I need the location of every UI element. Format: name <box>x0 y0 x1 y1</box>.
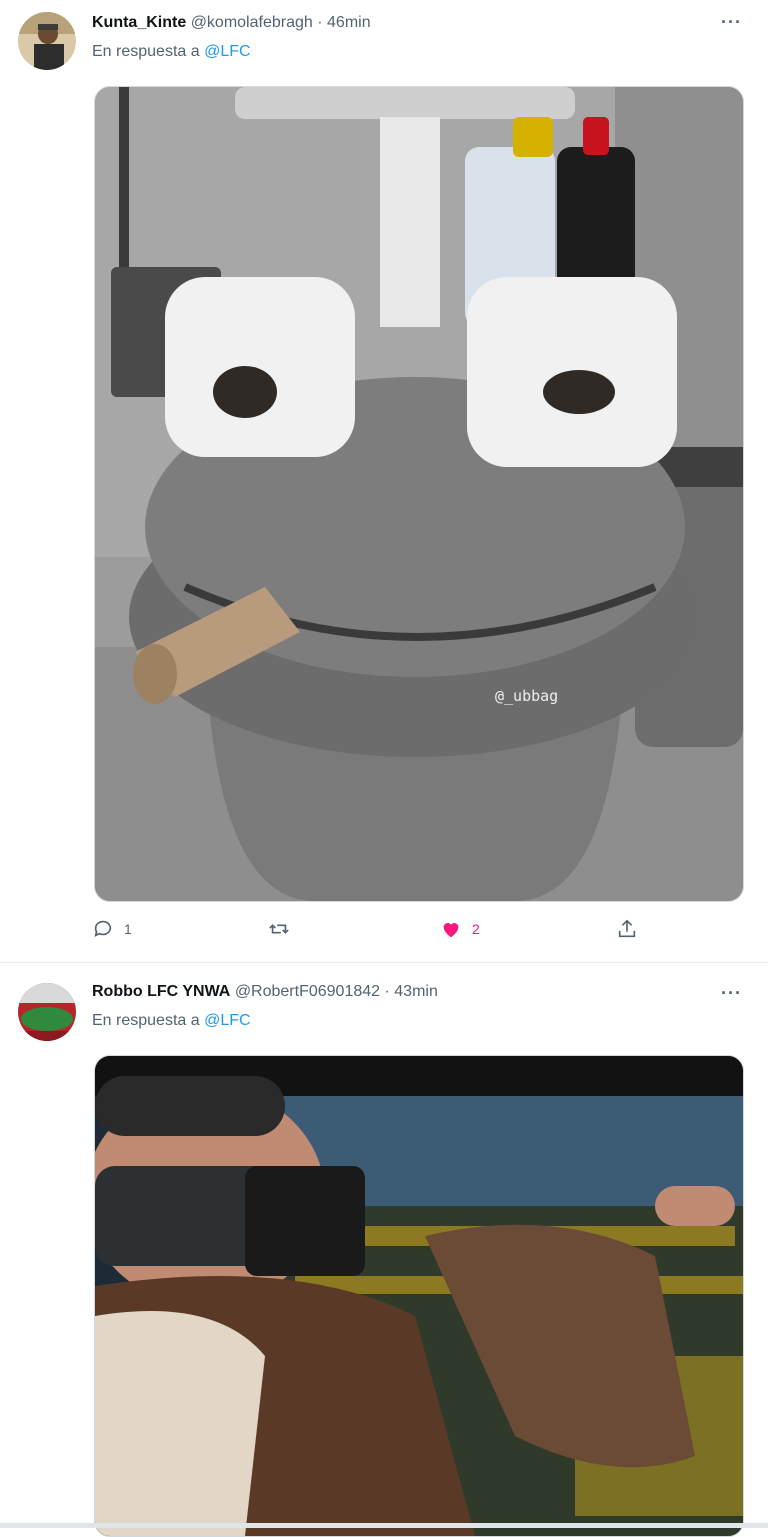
reply-mention[interactable]: @LFC <box>204 1012 250 1029</box>
share-button[interactable] <box>616 918 638 940</box>
tweet-media-video[interactable] <box>94 1055 744 1537</box>
separator: · <box>317 14 323 31</box>
tweet-media-video[interactable]: @_ubbag <box>94 86 744 902</box>
share-icon <box>618 919 636 938</box>
separator: · <box>384 983 390 1000</box>
timestamp[interactable]: 46min <box>327 14 371 31</box>
tweet[interactable]: Robbo LFC YNWA @RobertF06901842 · 43min … <box>0 963 768 1537</box>
retweet-button[interactable] <box>268 918 300 940</box>
tweet-actions: 1 2 <box>92 918 652 948</box>
like-button[interactable]: 2 <box>440 918 480 940</box>
more-icon[interactable]: ··· <box>721 12 742 33</box>
avatar[interactable] <box>18 983 76 1041</box>
like-icon <box>443 923 459 938</box>
reply-context: En respuesta a @LFC <box>92 1012 251 1030</box>
toilet-face-image <box>95 87 743 901</box>
reply-context: En respuesta a @LFC <box>92 43 251 61</box>
reply-button[interactable]: 1 <box>92 918 132 940</box>
retweet-icon <box>269 924 289 934</box>
reply-icon <box>94 920 112 937</box>
timestamp[interactable]: 43min <box>394 983 438 1000</box>
reply-count: 1 <box>124 921 132 937</box>
handle[interactable]: @RobertF06901842 <box>235 983 380 1000</box>
display-name[interactable]: Kunta_Kinte <box>92 14 186 31</box>
media-watermark: @_ubbag <box>495 687 559 705</box>
bottom-scroll-edge <box>0 1523 768 1528</box>
reply-prefix: En respuesta a <box>92 43 200 60</box>
stadium-video-frame <box>95 1056 743 1536</box>
like-count: 2 <box>472 921 480 937</box>
display-name[interactable]: Robbo LFC YNWA <box>92 983 230 1000</box>
reply-prefix: En respuesta a <box>92 1012 200 1029</box>
more-icon[interactable]: ··· <box>721 983 742 1004</box>
avatar[interactable] <box>18 12 76 70</box>
reply-mention[interactable]: @LFC <box>204 43 250 60</box>
handle[interactable]: @komolafebragh <box>191 14 313 31</box>
tweet[interactable]: Kunta_Kinte @komolafebragh · 46min ··· E… <box>0 0 768 963</box>
